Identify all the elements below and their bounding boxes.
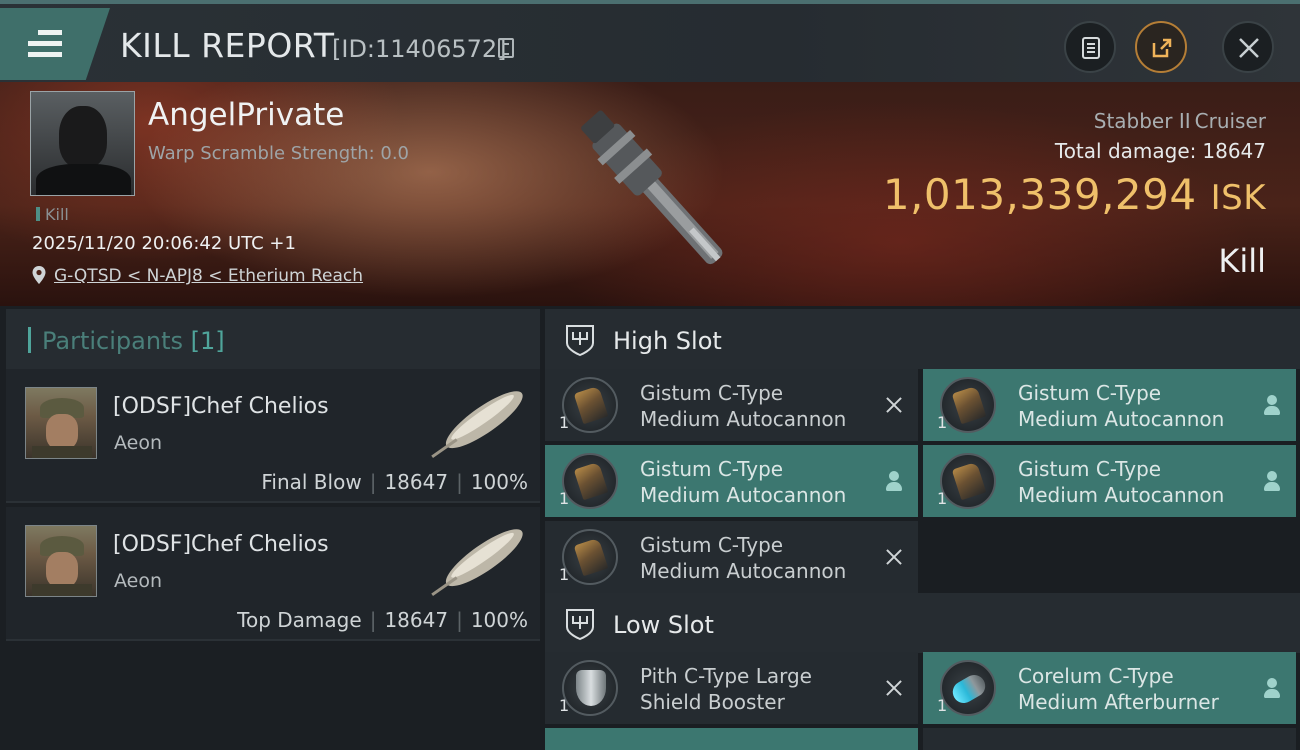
module-item[interactable]: 1 Gistum C-Type Medium Autocannon: [545, 369, 918, 441]
participant-ship: Aeon: [114, 432, 163, 454]
module-item[interactable]: [545, 728, 918, 750]
close-icon: [1239, 38, 1259, 58]
participant-name[interactable]: [ODSF]Chef Chelios: [113, 394, 329, 419]
autocannon-icon: [940, 377, 996, 433]
module-item[interactable]: 1 Gistum C-Type Medium Autocannon: [923, 445, 1296, 517]
warp-scramble-strength: Warp Scramble Strength: 0.0: [148, 143, 410, 164]
low-slot-header: Low Slot: [545, 593, 1300, 653]
module-item[interactable]: [923, 728, 1296, 750]
module-name: Gistum C-Type Medium Autocannon: [1018, 381, 1225, 431]
participants-panel: Participants [1] [ODSF]Chef Chelios Aeon…: [0, 306, 540, 750]
participant-avatar[interactable]: [25, 525, 97, 597]
low-slot-icon: [566, 609, 594, 641]
participant-avatar[interactable]: [25, 387, 97, 459]
close-button[interactable]: [1222, 21, 1274, 73]
high-slot-header: High Slot: [545, 309, 1300, 369]
participants-header[interactable]: Participants [1]: [6, 309, 540, 369]
clipboard-button[interactable]: [1064, 21, 1116, 73]
pilot-icon: [1261, 677, 1283, 699]
share-button[interactable]: [1135, 21, 1187, 73]
victim-name[interactable]: AngelPrivate: [148, 97, 344, 133]
total-damage: Total damage: 18647: [1054, 139, 1266, 163]
kill-result: Kill: [1218, 242, 1266, 280]
autocannon-icon: [562, 377, 618, 433]
victim-summary: AngelPrivate Warp Scramble Strength: 0.0…: [0, 82, 1300, 306]
destroyed-icon: [883, 546, 905, 568]
module-item[interactable]: 1 Pith C-Type Large Shield Booster: [545, 652, 918, 724]
pilot-icon: [1261, 394, 1283, 416]
autocannon-icon: [562, 529, 618, 585]
module-name: Gistum C-Type Medium Autocannon: [1018, 457, 1225, 507]
participant-stats: Top Damage | 18647 | 100%: [237, 608, 528, 632]
module-item[interactable]: 1 Gistum C-Type Medium Autocannon: [545, 445, 918, 517]
autocannon-icon: [940, 453, 996, 509]
module-name: Gistum C-Type Medium Autocannon: [640, 533, 847, 583]
destroyed-icon: [883, 394, 905, 416]
module-item[interactable]: 1 Gistum C-Type Medium Autocannon: [923, 369, 1296, 441]
pilot-icon: [1261, 470, 1283, 492]
participant-ship-image: [431, 391, 523, 459]
module-item[interactable]: 1 Gistum C-Type Medium Autocannon: [545, 521, 918, 593]
location-pin-icon: [32, 266, 46, 284]
participant-card[interactable]: [ODSF]Chef Chelios Aeon Final Blow | 18647…: [6, 369, 540, 503]
shield-booster-icon: [562, 660, 618, 716]
clipboard-icon: [1082, 37, 1100, 59]
isk-value: 1,013,339,294 ISK: [882, 170, 1266, 219]
high-slot-icon: [566, 325, 594, 357]
victim-ship-image[interactable]: [545, 90, 765, 300]
participant-ship-image: [431, 529, 523, 597]
ship-class: Cruiser: [1194, 109, 1266, 133]
module-item[interactable]: 1 Corelum C-Type Medium Afterburner: [923, 652, 1296, 724]
page-title: KILL REPORT: [120, 26, 335, 65]
copy-icon[interactable]: [498, 38, 514, 58]
report-id: [ID:11406572]: [332, 35, 507, 63]
participant-ship: Aeon: [114, 570, 163, 592]
victim-ship-name[interactable]: Stabber II Cruiser: [1090, 106, 1266, 134]
participant-card[interactable]: [ODSF]Chef Chelios Aeon Top Damage | 18647…: [6, 507, 540, 641]
location-link[interactable]: G-QTSD < N-APJ8 < Etherium Reach: [54, 266, 363, 286]
kill-tag: Kill: [36, 205, 69, 224]
victim-portrait[interactable]: [30, 91, 135, 196]
module-name: Gistum C-Type Medium Autocannon: [640, 457, 847, 507]
afterburner-icon: [940, 660, 996, 716]
participant-name[interactable]: [ODSF]Chef Chelios: [113, 532, 329, 557]
module-name: Pith C-Type Large Shield Booster: [640, 664, 812, 714]
hamburger-icon: [28, 30, 62, 63]
menu-button[interactable]: [0, 8, 110, 80]
share-icon: [1152, 38, 1172, 58]
module-name: Corelum C-Type Medium Afterburner: [1018, 664, 1219, 714]
fitting-panel: High Slot 1 Gistum C-Type Medium Autocann…: [540, 306, 1300, 750]
kill-timestamp: 2025/11/20 20:06:42 UTC +1: [32, 233, 296, 254]
participant-stats: Final Blow | 18647 | 100%: [261, 470, 528, 494]
pilot-icon: [883, 470, 905, 492]
top-bar: KILL REPORT [ID:11406572]: [0, 0, 1300, 82]
module-name: Gistum C-Type Medium Autocannon: [640, 381, 847, 431]
autocannon-icon: [562, 453, 618, 509]
destroyed-icon: [883, 677, 905, 699]
